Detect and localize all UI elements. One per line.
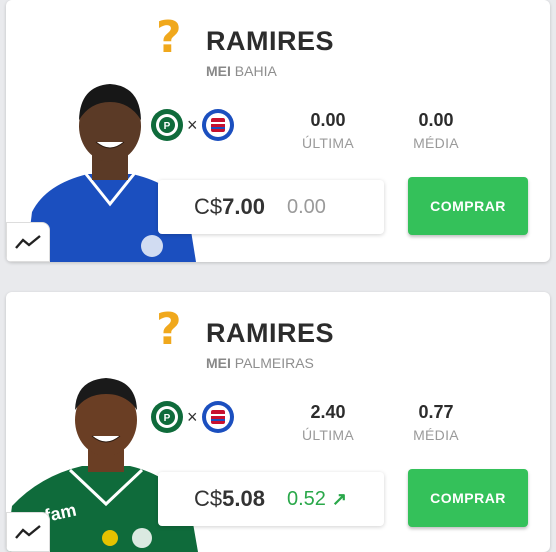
player-card: ? RAMIRES MEI BAHIA P × 0.00 ÚLTIMA 0.00… — [6, 0, 550, 262]
average-stat: 0.77 MÉDIA — [396, 402, 476, 443]
variation-value: 0.00 — [286, 195, 326, 218]
match-info: P × — [150, 108, 235, 142]
price-amount: 5.08 — [222, 486, 265, 511]
price-variation: 0.52 ↗ — [287, 488, 347, 511]
average-value: 0.77 — [418, 402, 454, 422]
versus-symbol: × — [187, 406, 198, 427]
last-score-stat: 0.00 ÚLTIMA — [288, 110, 368, 151]
versus-symbol: × — [187, 114, 198, 135]
svg-text:P: P — [164, 121, 171, 132]
price-box: C$7.00 0.00 — [158, 180, 384, 234]
price-variation: 0.00 — [287, 196, 326, 219]
last-score-label: ÚLTIMA — [301, 135, 355, 151]
buy-button[interactable]: COMPRAR — [408, 177, 528, 235]
palmeiras-crest-icon: P — [151, 109, 183, 141]
player-name: RAMIRES — [206, 26, 335, 56]
average-label: MÉDIA — [413, 427, 459, 443]
player-price: C$7.00 — [194, 194, 265, 220]
match-info: P × — [150, 400, 235, 434]
status-question-icon: ? — [156, 12, 182, 63]
player-name: RAMIRES — [206, 318, 335, 348]
player-price: C$5.08 — [194, 486, 265, 512]
svg-text:P: P — [164, 413, 171, 424]
player-position: MEI — [206, 355, 231, 371]
trend-chart-icon[interactable] — [6, 512, 50, 552]
last-score-label: ÚLTIMA — [301, 427, 355, 443]
last-score-stat: 2.40 ÚLTIMA — [288, 402, 368, 443]
average-value: 0.00 — [418, 110, 454, 130]
position-club: MEI PALMEIRAS — [206, 355, 314, 371]
price-currency: C$ — [194, 194, 223, 219]
position-club: MEI BAHIA — [206, 63, 277, 79]
player-card: fam ? RAMIRES MEI PALMEIRAS P × 2.40 ÚLT… — [6, 292, 550, 552]
player-club: PALMEIRAS — [234, 355, 314, 371]
trend-chart-icon[interactable] — [6, 222, 50, 262]
last-score-value: 0.00 — [310, 110, 346, 130]
price-amount: 7.00 — [222, 194, 265, 219]
price-currency: C$ — [194, 486, 223, 511]
average-label: MÉDIA — [413, 135, 459, 151]
status-question-icon: ? — [156, 304, 182, 355]
buy-button[interactable]: COMPRAR — [408, 469, 528, 527]
arrow-up-right-icon: ↗ — [331, 488, 347, 509]
bahia-crest-icon — [201, 109, 234, 141]
player-club: BAHIA — [234, 63, 277, 79]
variation-value: 0.52 — [286, 487, 326, 510]
last-score-value: 2.40 — [310, 402, 346, 422]
bahia-crest-icon — [201, 401, 234, 433]
palmeiras-crest-icon: P — [151, 401, 183, 433]
average-stat: 0.00 MÉDIA — [396, 110, 476, 151]
player-position: MEI — [206, 63, 231, 79]
price-box: C$5.08 0.52 ↗ — [158, 472, 384, 526]
